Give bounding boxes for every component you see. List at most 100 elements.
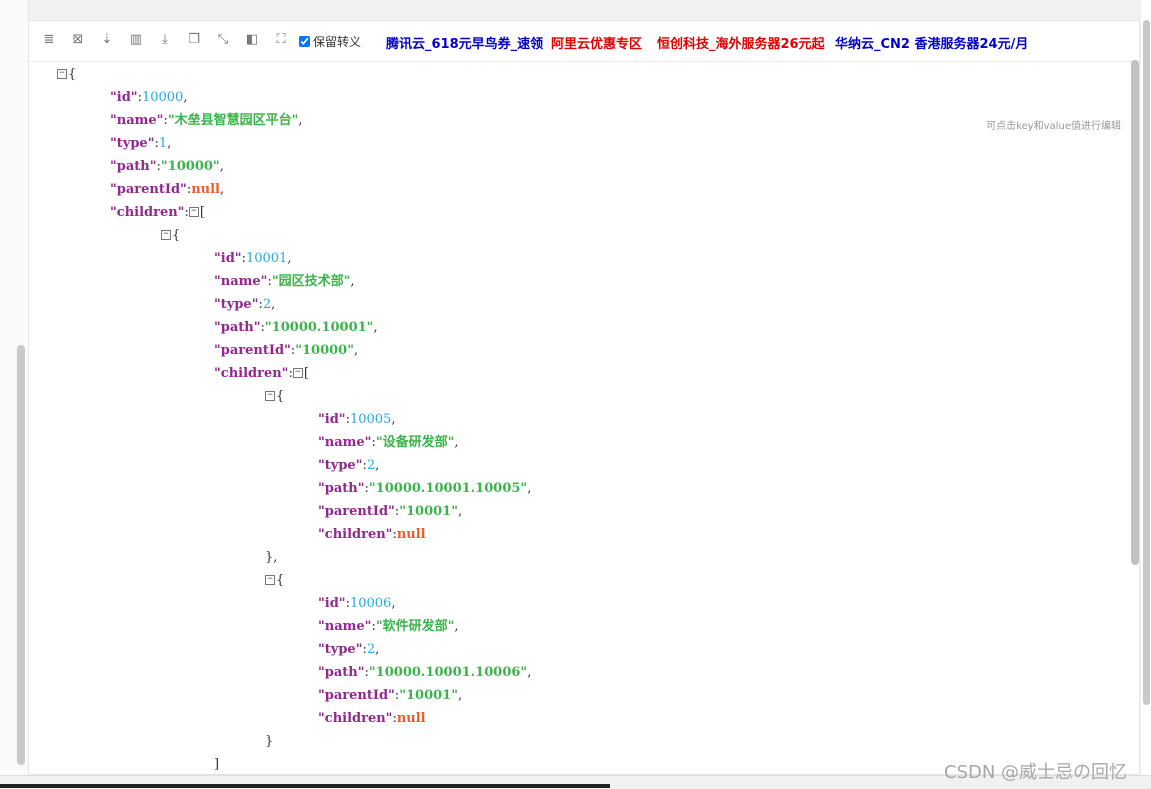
compress-icon[interactable]: ⤡ <box>215 32 231 48</box>
horizontal-scrollbar[interactable] <box>0 784 610 788</box>
tree-line: }, <box>265 550 278 565</box>
tree-line: "id":10005, <box>318 412 396 427</box>
keep-escape-toggle[interactable]: 保留转义 <box>299 33 361 50</box>
tree-line: "parentId":"10001", <box>318 688 463 703</box>
fullscreen-icon[interactable]: ⛶ <box>273 32 289 48</box>
tree-line: "path":"10000.10001", <box>214 320 378 335</box>
json-key[interactable]: "path" <box>318 665 365 680</box>
trash-icon[interactable]: ▥ <box>128 32 144 48</box>
tree-line: "name":"木垒县智慧园区平台", <box>110 113 303 128</box>
json-key[interactable]: "path" <box>318 481 365 496</box>
json-key[interactable]: "children" <box>318 527 392 542</box>
tree-line: "path":"10000.10001.10005", <box>318 481 532 496</box>
collapse-toggle-icon[interactable]: − <box>161 229 171 240</box>
json-key[interactable]: "id" <box>318 596 346 611</box>
collapse-toggle-icon[interactable]: − <box>265 390 275 401</box>
tree-line: "parentId":null, <box>110 182 225 197</box>
json-value[interactable]: 10000 <box>142 90 183 105</box>
tree-line: "type":2, <box>318 642 380 657</box>
tree-line: "parentId":"10000", <box>214 343 359 358</box>
ad-link-tencent[interactable]: 腾讯云_618元早鸟券_速领 <box>386 33 543 52</box>
tree-line: −{ <box>265 387 284 407</box>
json-key[interactable]: "children" <box>318 711 392 726</box>
json-key[interactable]: "type" <box>318 458 362 473</box>
json-key[interactable]: "path" <box>110 159 157 174</box>
json-key[interactable]: "type" <box>214 297 258 312</box>
tree-line: } <box>265 734 274 749</box>
tree-line: "type":1, <box>110 136 172 151</box>
json-key[interactable]: "type" <box>110 136 154 151</box>
json-key[interactable]: "path" <box>214 320 261 335</box>
json-key[interactable]: "children" <box>214 366 288 381</box>
json-key[interactable]: "name" <box>214 274 267 289</box>
json-value[interactable]: "10000.10001.10006" <box>369 665 527 680</box>
sort-icon[interactable]: ⇣ <box>99 32 115 48</box>
json-tree: −{ "id":10000, "name":"木垒县智慧园区平台", "type… <box>29 61 1129 774</box>
json-key[interactable]: "id" <box>318 412 346 427</box>
collapse-toggle-icon[interactable]: − <box>57 68 67 79</box>
download-icon[interactable]: ⤓ <box>157 32 173 48</box>
json-key[interactable]: "type" <box>318 642 362 657</box>
tree-line: "children":null <box>318 711 426 726</box>
tree-line: "id":10006, <box>318 596 396 611</box>
json-value[interactable]: 10001 <box>246 251 287 266</box>
tree-line: "name":"软件研发部", <box>318 619 459 634</box>
json-value[interactable]: 10006 <box>350 596 391 611</box>
json-key[interactable]: "name" <box>318 435 371 450</box>
json-value[interactable]: 2 <box>367 642 375 657</box>
json-key[interactable]: "name" <box>110 113 163 128</box>
copy-icon[interactable]: ❐ <box>186 32 202 48</box>
json-value[interactable]: "10000.10001" <box>265 320 374 335</box>
json-value[interactable]: null <box>191 182 220 197</box>
excel-icon[interactable]: ⊠ <box>70 32 86 48</box>
json-value[interactable]: "10001" <box>399 504 458 519</box>
collapse-toggle-icon[interactable]: − <box>292 367 303 378</box>
json-value[interactable]: 2 <box>263 297 271 312</box>
json-value[interactable]: "设备研发部" <box>376 435 455 450</box>
ad-link-henchuang[interactable]: 恒创科技_海外服务器26元起 <box>657 33 825 52</box>
json-value[interactable]: "10001" <box>399 688 458 703</box>
json-value[interactable]: 2 <box>367 458 375 473</box>
json-key[interactable]: "children" <box>110 205 184 220</box>
json-value[interactable]: 1 <box>159 136 167 151</box>
json-value[interactable]: null <box>397 527 426 542</box>
json-value[interactable]: "园区技术部" <box>272 274 351 289</box>
keep-escape-checkbox[interactable] <box>299 36 310 47</box>
json-key[interactable]: "id" <box>110 90 138 105</box>
json-value[interactable]: "10000" <box>161 159 220 174</box>
collapse-toggle-icon[interactable]: − <box>188 206 199 217</box>
tree-line: "id":10000, <box>110 90 188 105</box>
toolbar: ≣ ⊠ ⇣ ▥ ⤓ ❐ ⤡ ◧ ⛶ 保留转义 腾讯云_618元早鸟券_速领 阿里… <box>29 21 1139 62</box>
page-scrollbar-thumb[interactable] <box>1143 20 1150 705</box>
viewer-scrollbar-thumb[interactable] <box>1131 60 1139 565</box>
watermark: CSDN @威士忌の回忆 <box>944 762 1128 783</box>
ad-link-huana[interactable]: 华纳云_CN2 香港服务器24元/月 <box>835 33 1028 52</box>
tree-line: "name":"设备研发部", <box>318 435 459 450</box>
json-value[interactable]: "软件研发部" <box>376 619 455 634</box>
database-icon[interactable]: ≣ <box>41 32 57 48</box>
tree-line: −{ <box>161 226 180 246</box>
tree-line: ] <box>214 757 220 772</box>
ad-link-aliyun[interactable]: 阿里云优惠专区 <box>551 33 642 52</box>
json-key[interactable]: "parentId" <box>214 343 291 358</box>
json-key[interactable]: "parentId" <box>318 504 395 519</box>
tree-line: "path":"10000", <box>110 159 224 174</box>
json-key[interactable]: "parentId" <box>110 182 187 197</box>
json-value[interactable]: "10000" <box>295 343 354 358</box>
tree-line: "parentId":"10001", <box>318 504 463 519</box>
left-scrollbar-thumb[interactable] <box>17 345 25 765</box>
tree-line: −{ <box>57 65 76 85</box>
json-key[interactable]: "id" <box>214 251 242 266</box>
tree-line: "children": −[ <box>214 366 309 381</box>
json-viewer-panel: ≣ ⊠ ⇣ ▥ ⤓ ❐ ⤡ ◧ ⛶ 保留转义 腾讯云_618元早鸟券_速领 阿里… <box>28 20 1140 775</box>
tree-line: "children": −[ <box>110 205 205 220</box>
tree-line: "name":"园区技术部", <box>214 274 355 289</box>
collapse-toggle-icon[interactable]: − <box>265 574 275 585</box>
json-value[interactable]: 10005 <box>350 412 391 427</box>
collapse-icon[interactable]: ◧ <box>244 32 260 48</box>
json-value[interactable]: null <box>397 711 426 726</box>
json-value[interactable]: "10000.10001.10005" <box>369 481 527 496</box>
json-value[interactable]: "木垒县智慧园区平台" <box>168 113 299 128</box>
json-key[interactable]: "name" <box>318 619 371 634</box>
json-key[interactable]: "parentId" <box>318 688 395 703</box>
